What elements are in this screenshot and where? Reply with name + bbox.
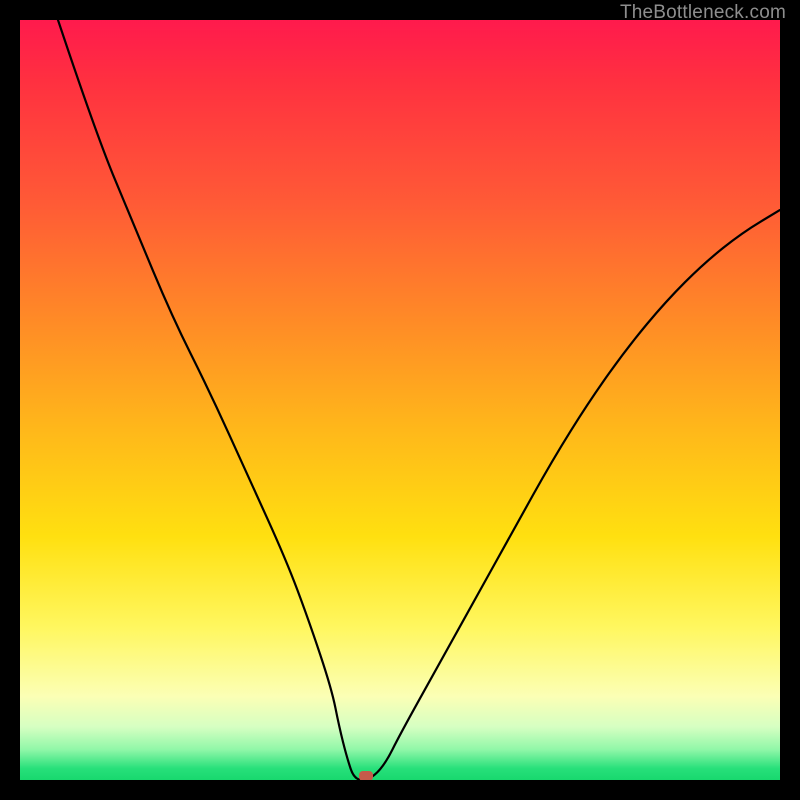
plot-area	[20, 20, 780, 780]
background-gradient	[20, 20, 780, 780]
minimum-marker	[359, 771, 373, 780]
chart-frame: TheBottleneck.com	[0, 0, 800, 800]
